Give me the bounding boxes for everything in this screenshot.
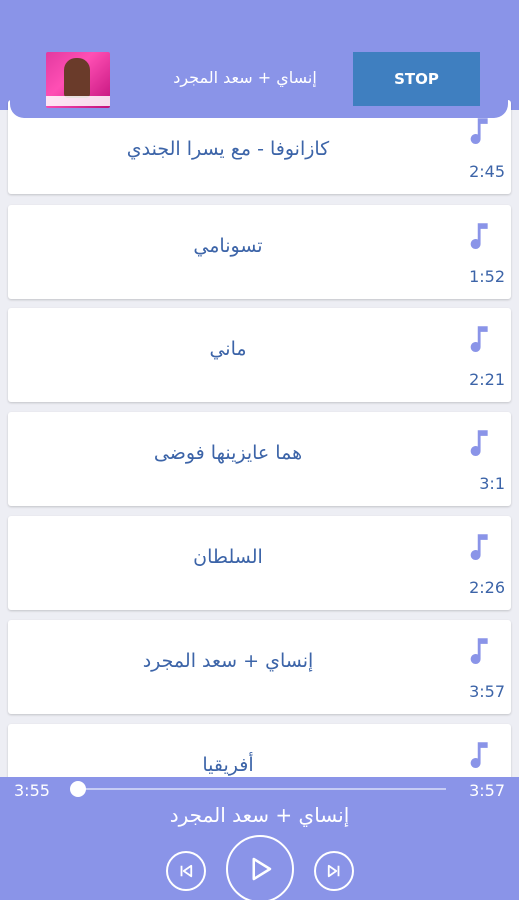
list-item[interactable]: السلطان 2:26 (8, 516, 511, 610)
song-duration: 2:21 (469, 370, 505, 389)
previous-icon (180, 864, 193, 878)
song-title: السلطان (193, 546, 263, 568)
bottom-player: 3:55 3:57 إنساي + سعد المجرد (0, 777, 519, 900)
song-duration: 2:45 (469, 162, 505, 181)
song-duration: 2:26 (469, 578, 505, 597)
song-title: إنساي + سعد المجرد (142, 650, 314, 672)
stop-button[interactable]: STOP (353, 52, 480, 106)
list-item[interactable]: إنساي + سعد المجرد 3:57 (8, 620, 511, 714)
song-duration: 3:57 (469, 682, 505, 701)
time-elapsed: 3:55 (14, 781, 50, 800)
music-note-icon (470, 742, 488, 768)
now-playing-title: إنساي + سعد المجرد (173, 68, 317, 87)
music-note-icon (470, 223, 488, 249)
song-title: هما عايزينها فوضى (153, 442, 303, 464)
play-icon (252, 857, 272, 881)
album-art-figure (64, 58, 90, 98)
seek-thumb[interactable] (70, 781, 86, 797)
song-list: كازانوفا - مع يسرا الجندي 2:45 تسونامي 1… (0, 0, 519, 900)
list-item[interactable]: هما عايزينها فوضى 3:1 (8, 412, 511, 506)
song-title: تسونامي (193, 235, 263, 257)
song-title: أفريقيا (202, 754, 254, 776)
music-note-icon (470, 326, 488, 352)
player-title: إنساي + سعد المجرد (169, 803, 350, 827)
list-item[interactable]: تسونامي 1:52 (8, 205, 511, 299)
song-title: كازانوفا - مع يسرا الجندي (126, 138, 330, 160)
next-icon (327, 864, 340, 878)
song-duration: 1:52 (469, 267, 505, 286)
music-note-icon (470, 430, 488, 456)
music-note-icon (470, 118, 488, 144)
seek-bar[interactable] (76, 788, 446, 790)
music-note-icon (470, 534, 488, 560)
play-button[interactable] (226, 835, 294, 900)
now-playing-card: إنساي + سعد المجرد STOP (10, 42, 508, 118)
music-note-icon (470, 638, 488, 664)
time-total: 3:57 (469, 781, 505, 800)
album-art-caption (46, 96, 110, 106)
song-duration: 3:1 (479, 474, 505, 493)
album-art (46, 52, 110, 108)
previous-button[interactable] (166, 851, 206, 891)
song-title: ماني (209, 338, 247, 360)
next-button[interactable] (314, 851, 354, 891)
list-item[interactable]: ماني 2:21 (8, 308, 511, 402)
